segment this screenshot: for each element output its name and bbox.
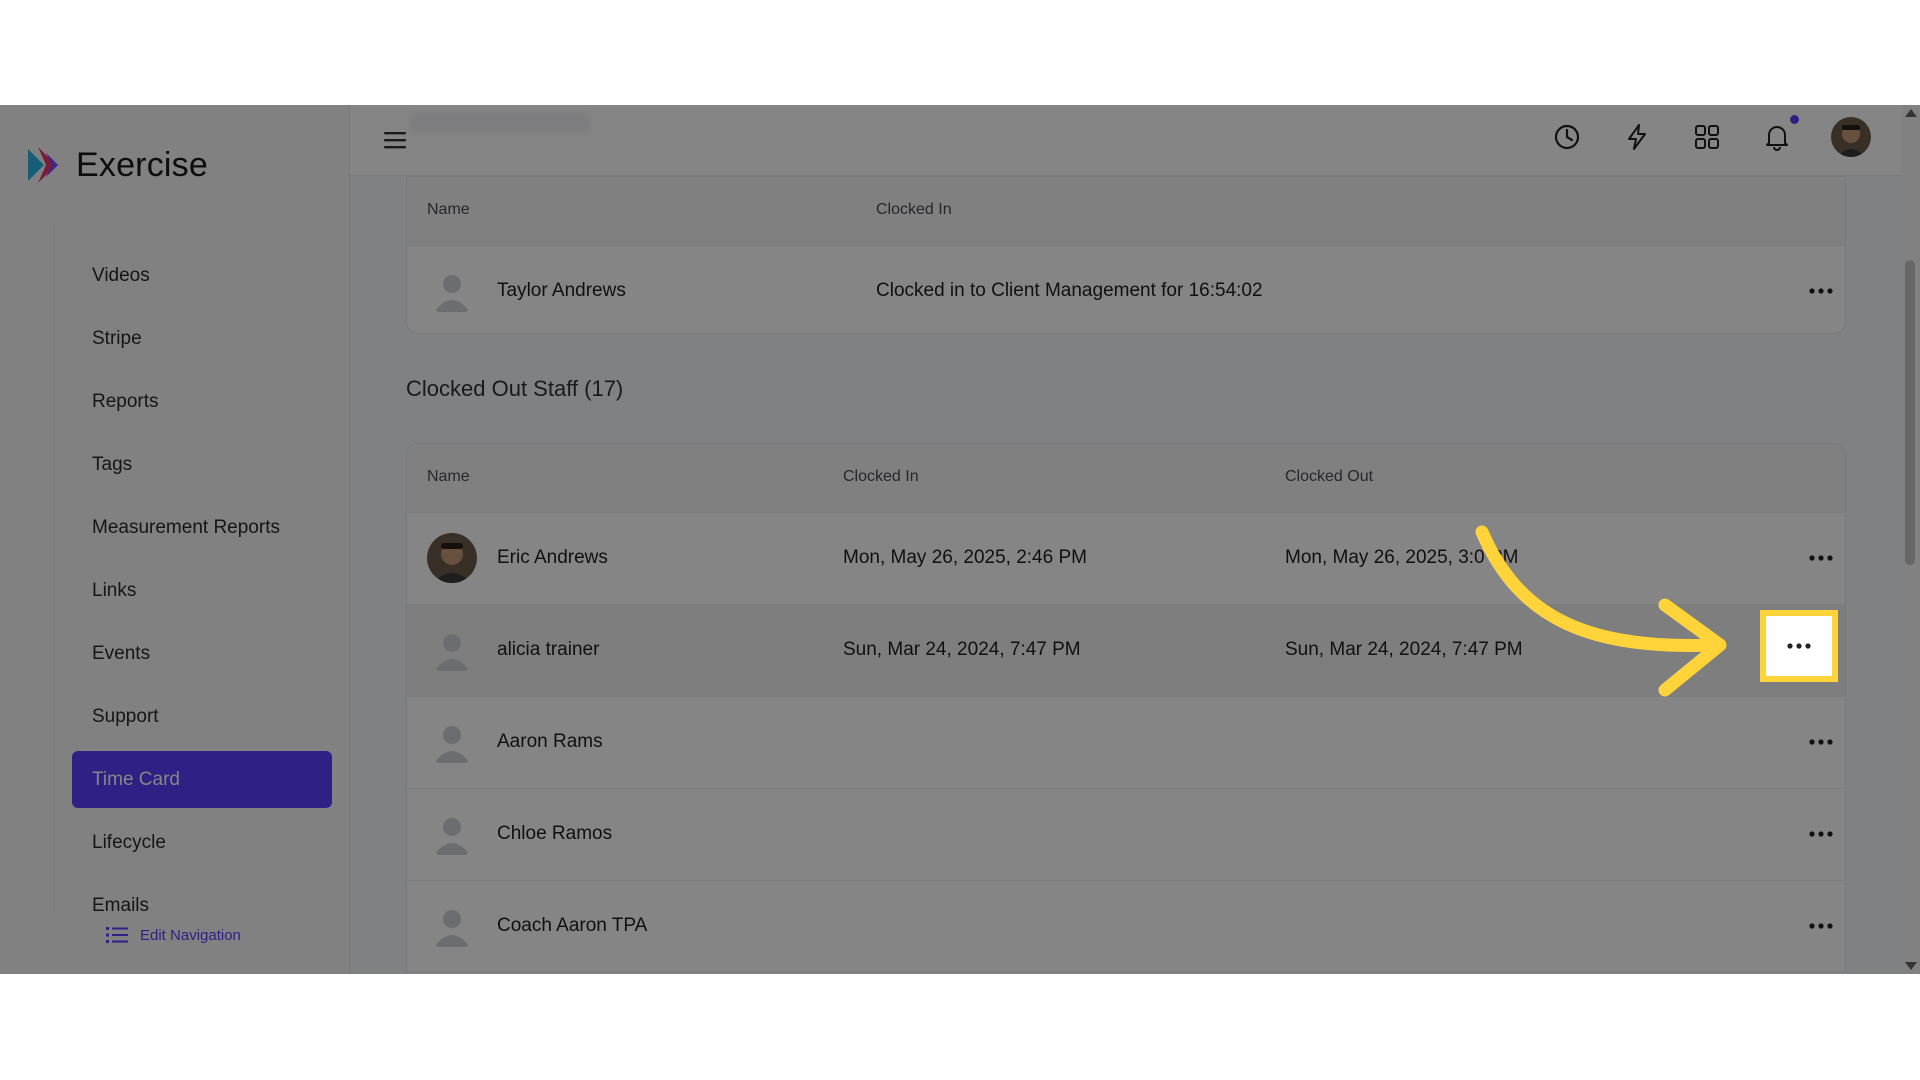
page-scrollbar[interactable] — [1901, 105, 1920, 974]
sidebar-item-tags[interactable]: Tags — [72, 436, 332, 493]
user-avatar[interactable] — [1831, 117, 1871, 157]
edit-navigation-label: Edit Navigation — [140, 926, 241, 944]
staff-name: Coach Aaron TPA — [497, 915, 648, 936]
highlighted-more-options-button[interactable] — [1760, 610, 1838, 682]
clocked-in-time: Sun, Mar 24, 2024, 7:47 PM — [843, 639, 1081, 660]
sidebar-item-videos[interactable]: Videos — [72, 247, 332, 304]
more-options-icon[interactable] — [1803, 911, 1839, 941]
column-header-name: Name — [427, 201, 470, 218]
sidebar-item-label: Lifecycle — [92, 831, 166, 853]
edit-navigation-link[interactable]: Edit Navigation — [106, 925, 241, 945]
default-avatar-icon — [427, 717, 477, 767]
staff-photo-avatar — [427, 533, 477, 583]
sidebar: Exercise Videos Stripe Reports Tags Meas… — [0, 105, 350, 974]
apps-grid-icon[interactable] — [1691, 121, 1723, 153]
column-header-clocked-in: Clocked In — [876, 201, 952, 218]
more-options-icon[interactable] — [1803, 276, 1839, 306]
clocked-in-status: Clocked in to Client Management for 16:5… — [876, 280, 1263, 301]
top-bar — [350, 105, 1901, 176]
staff-name: Chloe Ramos — [497, 823, 613, 844]
list-icon — [106, 927, 128, 943]
more-options-icon — [1787, 643, 1811, 649]
staff-name: Aaron Rams — [497, 731, 603, 752]
more-options-icon[interactable] — [1803, 727, 1839, 757]
sidebar-item-time-card[interactable]: Time Card — [72, 751, 332, 808]
sidebar-item-label: Time Card — [92, 768, 180, 790]
sidebar-item-label: Measurement Reports — [92, 516, 280, 538]
table-row[interactable]: Taylor Andrews Clocked in to Client Mana… — [407, 246, 1845, 333]
sidebar-item-label: Events — [92, 642, 151, 664]
scroll-thumb[interactable] — [1905, 260, 1915, 565]
hamburger-menu-icon[interactable] — [382, 127, 408, 153]
staff-name: Taylor Andrews — [497, 280, 626, 301]
sidebar-item-reports[interactable]: Reports — [72, 373, 332, 430]
staff-name: Eric Andrews — [497, 547, 608, 568]
sidebar-item-label: Support — [92, 705, 159, 727]
notification-dot — [1790, 115, 1799, 124]
scroll-up-arrow-icon[interactable] — [1905, 109, 1917, 117]
default-avatar-icon — [427, 266, 477, 316]
history-icon[interactable] — [1551, 121, 1583, 153]
sidebar-item-label: Emails — [92, 894, 150, 916]
sidebar-item-measurement-reports[interactable]: Measurement Reports — [72, 499, 332, 556]
section-title-clocked-out: Clocked Out Staff (17) — [406, 376, 624, 401]
app-window: Exercise Videos Stripe Reports Tags Meas… — [0, 105, 1920, 974]
table-row[interactable]: Chloe Ramos — [407, 789, 1845, 881]
sidebar-item-stripe[interactable]: Stripe — [72, 310, 332, 367]
more-options-icon[interactable] — [1803, 543, 1839, 573]
table-header: Name Clocked In — [407, 177, 1845, 246]
table-row[interactable]: Coach Aaron TPA — [407, 881, 1845, 973]
column-header-clocked-in: Clocked In — [843, 468, 919, 485]
sidebar-item-label: Videos — [92, 264, 150, 286]
bell-icon[interactable] — [1761, 115, 1799, 153]
sidebar-item-lifecycle[interactable]: Lifecycle — [72, 814, 332, 871]
brand-logo-icon — [28, 147, 58, 183]
annotation-arrow-icon — [1475, 525, 1727, 697]
sidebar-item-events[interactable]: Events — [72, 625, 332, 682]
default-avatar-icon — [427, 901, 477, 951]
default-avatar-icon — [427, 625, 477, 675]
bolt-icon[interactable] — [1621, 121, 1653, 153]
table-header: Name Clocked In Clocked Out — [407, 444, 1845, 513]
brand[interactable]: Exercise — [24, 145, 208, 185]
table-row[interactable]: Aaron Rams — [407, 697, 1845, 789]
sidebar-item-label: Links — [92, 579, 137, 601]
sidebar-item-links[interactable]: Links — [72, 562, 332, 619]
sidebar-nav: Videos Stripe Reports Tags Measurement R… — [72, 247, 332, 940]
sidebar-item-label: Tags — [92, 453, 133, 475]
blurred-page-title — [410, 113, 590, 133]
column-header-name: Name — [427, 468, 470, 485]
staff-name: alicia trainer — [497, 639, 600, 660]
sidebar-item-label: Reports — [92, 390, 159, 412]
sidebar-item-label: Stripe — [92, 327, 142, 349]
clocked-in-table: Name Clocked In Taylor Andrews Clocked i… — [406, 176, 1846, 334]
default-avatar-icon — [427, 809, 477, 859]
more-options-icon[interactable] — [1803, 819, 1839, 849]
sidebar-item-support[interactable]: Support — [72, 688, 332, 745]
clocked-in-time: Mon, May 26, 2025, 2:46 PM — [843, 547, 1087, 568]
nav-rail — [54, 223, 55, 913]
column-header-clocked-out: Clocked Out — [1285, 468, 1374, 485]
brand-name: Exercise — [76, 145, 208, 184]
scroll-down-arrow-icon[interactable] — [1905, 962, 1917, 970]
top-bar-actions — [1551, 115, 1901, 157]
